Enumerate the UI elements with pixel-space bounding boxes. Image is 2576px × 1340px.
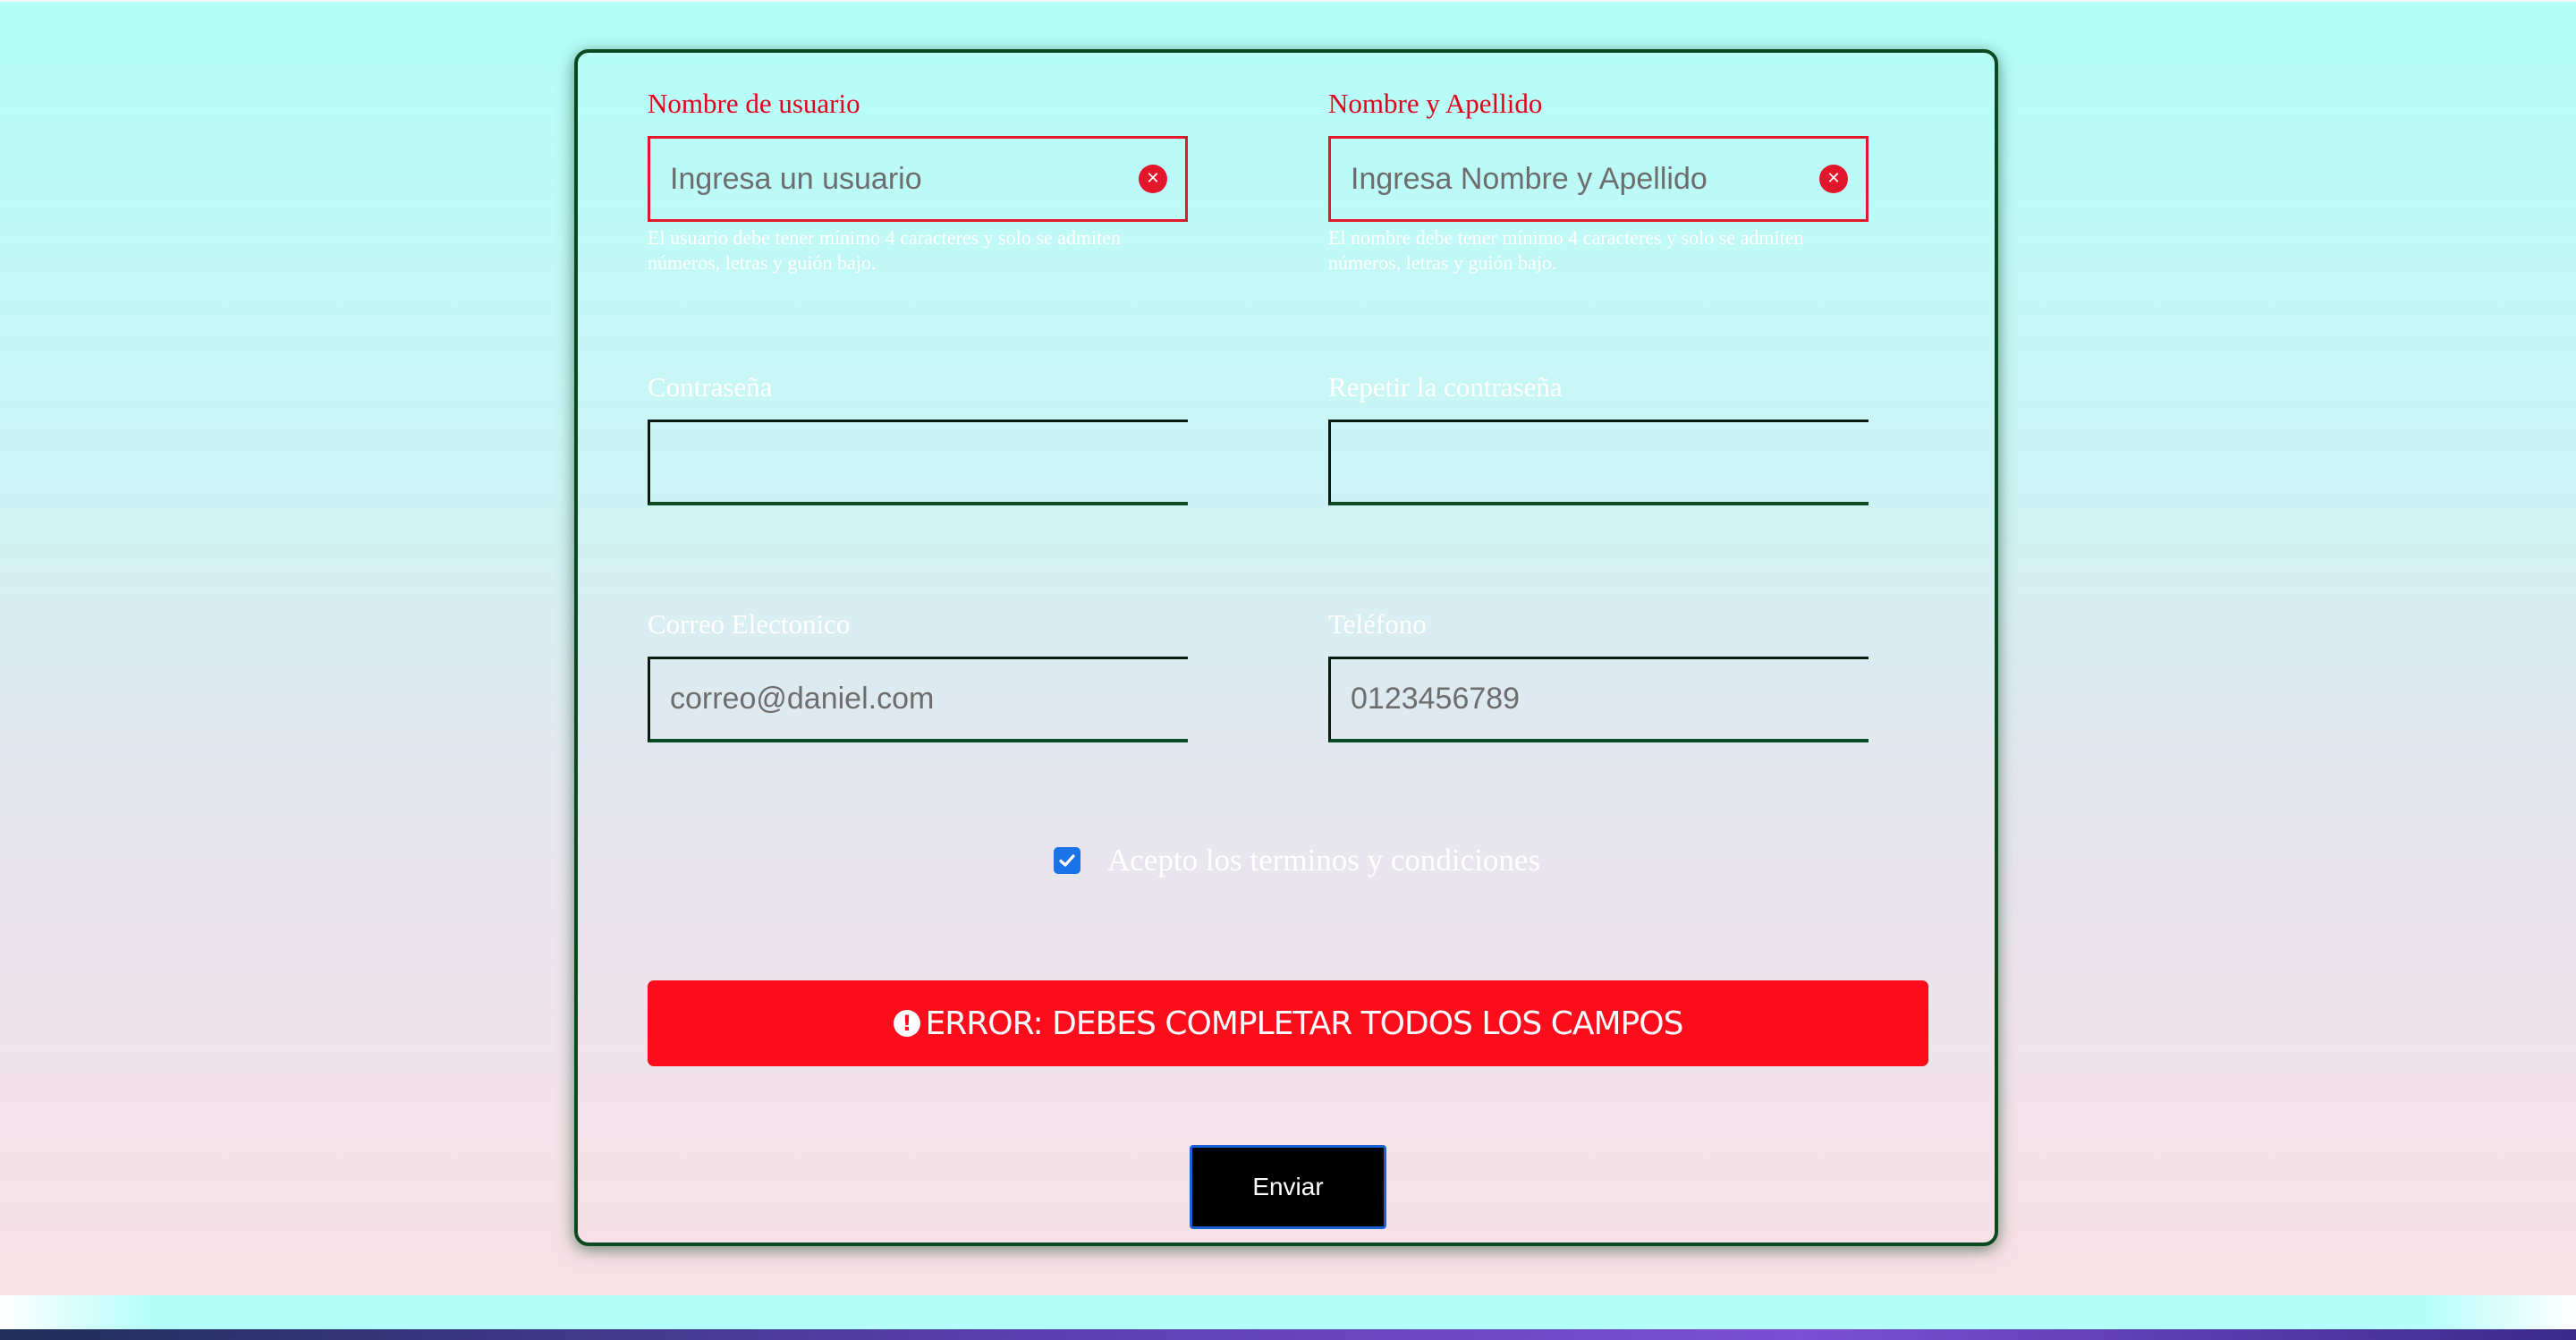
password-field-group: Contraseña [648, 369, 1188, 505]
fullname-input[interactable]: Ingresa Nombre y Apellido ✕ [1328, 136, 1868, 222]
password-repeat-label: Repetir la contraseña [1328, 371, 1563, 403]
fullname-label: Nombre y Apellido [1328, 88, 1543, 119]
phone-label: Teléfono [1328, 608, 1427, 640]
password-repeat-input[interactable] [1328, 420, 1868, 505]
fullname-placeholder: Ingresa Nombre y Apellido [1351, 161, 1707, 196]
page-bottom-strip [0, 1295, 2576, 1331]
error-message: ERROR: DEBES COMPLETAR TODOS LOS CAMPOS [925, 1005, 1684, 1042]
username-label: Nombre de usuario [648, 88, 860, 119]
dock-bar [0, 1329, 2576, 1340]
password-label: Contraseña [648, 371, 773, 403]
submit-button-label: Enviar [1252, 1173, 1324, 1200]
submit-button[interactable]: Enviar [1190, 1145, 1386, 1229]
fullname-help-text: El nombre debe tener mínimo 4 caracteres… [1328, 226, 1804, 274]
email-placeholder: correo@daniel.com [670, 682, 935, 716]
phone-field-group: Teléfono 0123456789 [1328, 606, 1868, 742]
terms-checkbox[interactable] [1054, 847, 1080, 874]
password-input[interactable] [648, 420, 1188, 505]
password-repeat-field-group: Repetir la contraseña [1328, 369, 1868, 505]
username-help-text: El usuario debe tener mínimo 4 caractere… [648, 226, 1122, 274]
page-top-border [0, 0, 2576, 2]
x-circle-icon: ✕ [1819, 165, 1848, 193]
username-placeholder: Ingresa un usuario [670, 161, 922, 196]
username-input[interactable]: Ingresa un usuario ✕ [648, 136, 1188, 222]
phone-input[interactable]: 0123456789 [1328, 657, 1868, 742]
fullname-field-group: Nombre y Apellido Ingresa Nombre y Apell… [1328, 86, 1868, 276]
username-field-group: Nombre de usuario Ingresa un usuario ✕ E… [648, 86, 1188, 276]
exclamation-circle-icon: ! [893, 1010, 920, 1037]
x-circle-icon: ✕ [1139, 165, 1167, 193]
terms-row: Acepto los terminos y condiciones [1054, 843, 1540, 878]
phone-placeholder: 0123456789 [1351, 682, 1521, 716]
terms-label[interactable]: Acepto los terminos y condiciones [1107, 843, 1540, 878]
email-field-group: Correo Electonico correo@daniel.com [648, 606, 1188, 742]
email-label: Correo Electonico [648, 608, 851, 640]
email-input[interactable]: correo@daniel.com [648, 657, 1188, 742]
error-banner: ! ERROR: DEBES COMPLETAR TODOS LOS CAMPO… [648, 980, 1928, 1066]
checkmark-icon [1059, 854, 1075, 867]
